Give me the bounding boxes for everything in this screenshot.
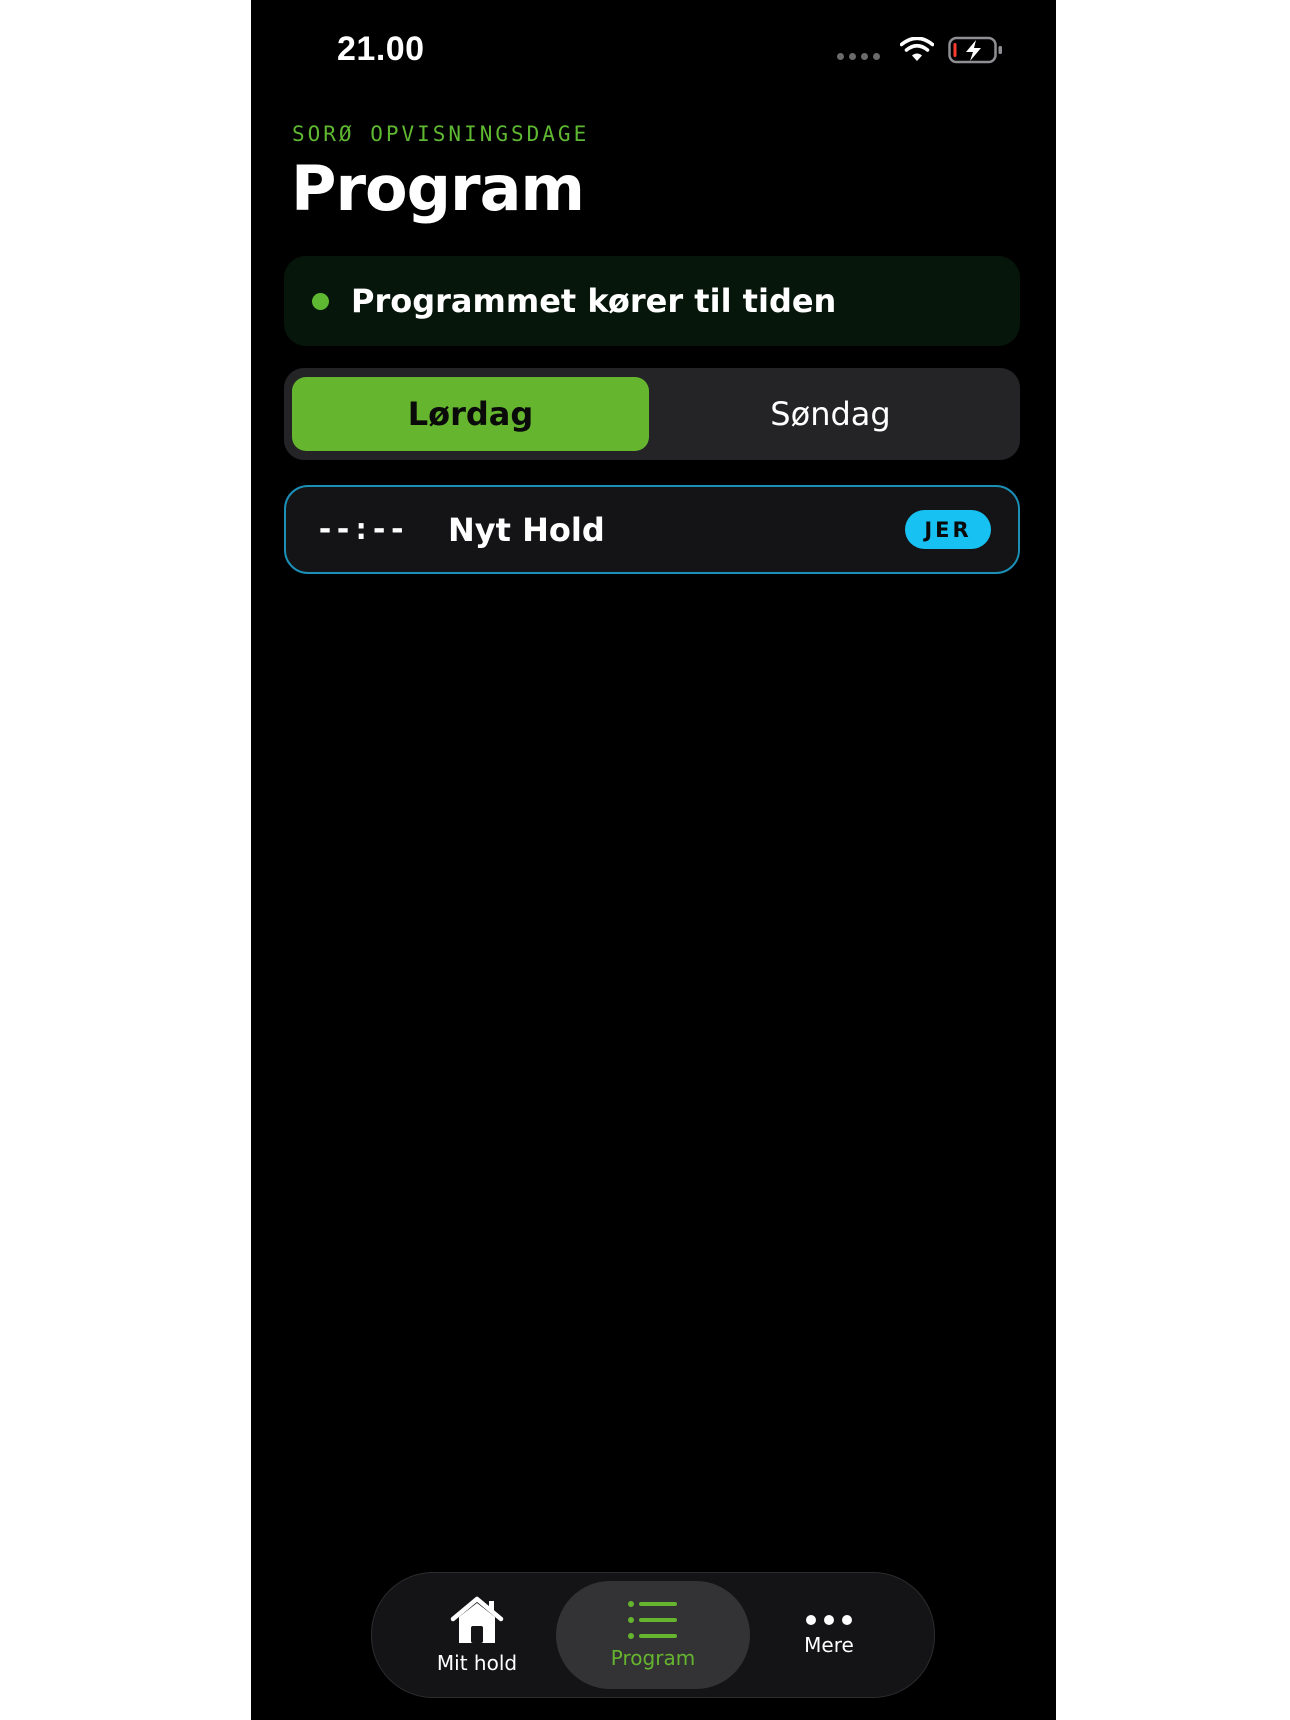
day-tab-lordag[interactable]: Lørdag [292, 377, 649, 451]
day-selector: Lørdag Søndag [284, 368, 1020, 460]
tab-program[interactable]: Program [556, 1581, 750, 1689]
schedule-status-banner: Programmet kører til tiden [284, 256, 1020, 346]
event-name: SORØ OPVISNINGSDAGE [292, 122, 590, 146]
tab-label: Mere [804, 1633, 854, 1657]
wifi-icon [900, 37, 934, 61]
day-tab-sondag[interactable]: Søndag [649, 377, 1012, 451]
tab-label: Program [610, 1646, 696, 1670]
battery-charging-icon [948, 36, 1002, 64]
page-title: Program [291, 152, 585, 225]
schedule-status-text: Programmet kører til tiden [351, 282, 837, 320]
program-row[interactable]: --:-- Nyt Hold JER [284, 485, 1020, 574]
home-icon [450, 1596, 504, 1643]
program-row-title: Nyt Hold [448, 510, 605, 549]
tab-bar: Mit hold Program Mere [371, 1572, 935, 1698]
program-row-time: --:-- [316, 512, 407, 547]
more-icon [806, 1615, 852, 1625]
status-time: 21.00 [337, 30, 425, 68]
app-screen: 21.00 SORØ OPVISNINGSDAGE Program Progra… [251, 0, 1056, 1720]
tab-mit-hold[interactable]: Mit hold [380, 1581, 574, 1689]
tab-label: Mit hold [436, 1651, 518, 1675]
status-icons [837, 36, 1004, 64]
your-team-badge: JER [905, 510, 991, 549]
status-dot-icon [312, 292, 329, 310]
cellular-signal-icon [837, 52, 880, 60]
list-icon [628, 1601, 677, 1639]
tab-mere[interactable]: Mere [732, 1581, 926, 1689]
